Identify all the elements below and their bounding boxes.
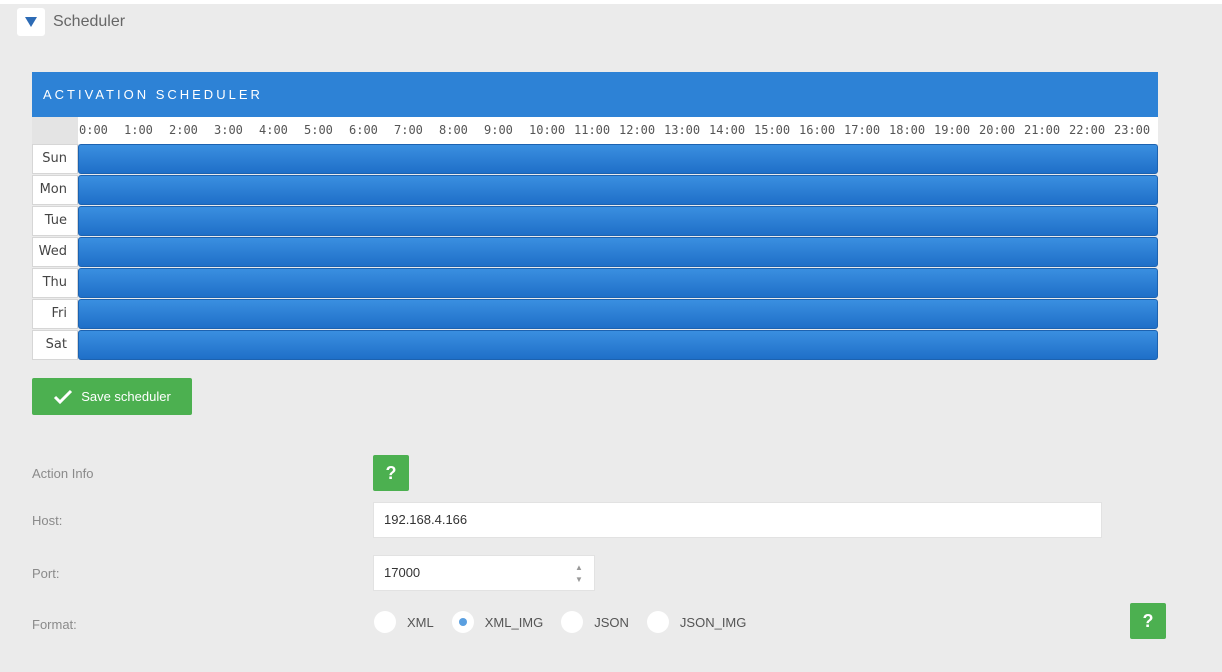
hour-label: 8:00 [439,123,468,137]
hour-label: 3:00 [214,123,243,137]
radio-label: JSON_IMG [679,614,747,630]
hour-label: 0:00 [79,123,108,137]
day-label: Wed [32,237,78,267]
day-label: Fri [32,299,78,329]
format-option-xml-img[interactable]: XML_IMG [451,611,544,633]
hour-label: 21:00 [1024,123,1061,137]
port-label: Port: [32,566,60,581]
hour-label: 15:00 [754,123,791,137]
day-row: Sat [32,330,1158,360]
day-label: Tue [32,206,78,236]
port-stepper[interactable]: ▲ ▼ [574,562,584,586]
day-row: Sun [32,144,1158,174]
port-value: 17000 [384,565,421,580]
format-option-json-img[interactable]: JSON_IMG [646,611,747,633]
hour-label: 2:00 [169,123,198,137]
action-info-help-button[interactable]: ? [373,455,409,491]
day-row: Fri [32,299,1158,329]
day-row: Wed [32,237,1158,267]
format-label: Format: [32,617,77,632]
format-help-button[interactable]: ? [1130,603,1166,639]
hour-label: 11:00 [574,123,611,137]
day-label: Thu [32,268,78,298]
day-label: Sat [32,330,78,360]
panel-title: Scheduler [53,13,126,30]
collapse-toggle[interactable] [17,8,45,36]
hour-label: 10:00 [529,123,566,137]
top-border [0,0,1222,4]
scheduler-title: ACTIVATION SCHEDULER [32,72,1158,117]
format-radio-group: XML XML_IMG JSON JSON_IMG [374,611,764,633]
format-option-xml[interactable]: XML [374,611,434,633]
checkmark-icon [54,389,73,404]
hours-header: 0:00 1:00 2:00 3:00 4:00 5:00 6:00 7:00 8:00 9:00… [32,117,1158,144]
day-label: Mon [32,175,78,205]
day-schedule-bar[interactable] [78,144,1158,174]
day-schedule-bar[interactable] [78,268,1158,298]
hour-label: 18:00 [889,123,926,137]
hour-label: 7:00 [394,123,423,137]
hour-label: 9:00 [484,123,513,137]
hour-label: 20:00 [979,123,1016,137]
action-info-label: Action Info [32,466,94,481]
hour-label: 4:00 [259,123,288,137]
radio-label: XML_IMG [484,614,544,630]
day-label: Sun [32,144,78,174]
day-schedule-bar[interactable] [78,206,1158,236]
radio-button[interactable] [646,611,669,633]
radio-button[interactable] [374,611,396,633]
radio-label: JSON [594,614,629,630]
day-schedule-bar[interactable] [78,299,1158,329]
hour-label: 16:00 [799,123,836,137]
hour-label: 23:00 [1114,123,1151,137]
radio-button[interactable] [451,611,474,633]
panel-header: Scheduler [17,8,125,36]
hour-label: 6:00 [349,123,378,137]
radio-button[interactable] [561,611,584,633]
stepper-down-icon[interactable]: ▼ [574,574,584,586]
radio-selected-dot [458,618,467,626]
host-input[interactable]: 192.168.4.166 [373,502,1102,538]
radio-label: XML [407,614,434,630]
hour-label: 12:00 [619,123,656,137]
hour-label: 17:00 [844,123,881,137]
port-input[interactable]: 17000 ▲ ▼ [373,555,595,591]
hour-label: 22:00 [1069,123,1106,137]
day-row: Mon [32,175,1158,205]
save-scheduler-label: Save scheduler [81,389,171,404]
format-option-json[interactable]: JSON [561,611,629,633]
triangle-down-icon [25,17,37,27]
day-row: Tue [32,206,1158,236]
day-schedule-bar[interactable] [78,330,1158,360]
hour-label: 19:00 [934,123,971,137]
day-schedule-bar[interactable] [78,175,1158,205]
stepper-up-icon[interactable]: ▲ [574,562,584,574]
day-schedule-bar[interactable] [78,237,1158,267]
hours-corner [32,117,78,144]
hour-label: 13:00 [664,123,701,137]
save-scheduler-button[interactable]: Save scheduler [32,378,192,415]
day-row: Thu [32,268,1158,298]
hours-track: 0:00 1:00 2:00 3:00 4:00 5:00 6:00 7:00 8:00 9:00… [78,117,1158,144]
hour-label: 14:00 [709,123,746,137]
hour-label: 5:00 [304,123,333,137]
host-label: Host: [32,513,63,528]
hour-label: 1:00 [124,123,153,137]
day-grid: Sun Mon Tue Wed Thu Fri Sat [32,144,1158,361]
